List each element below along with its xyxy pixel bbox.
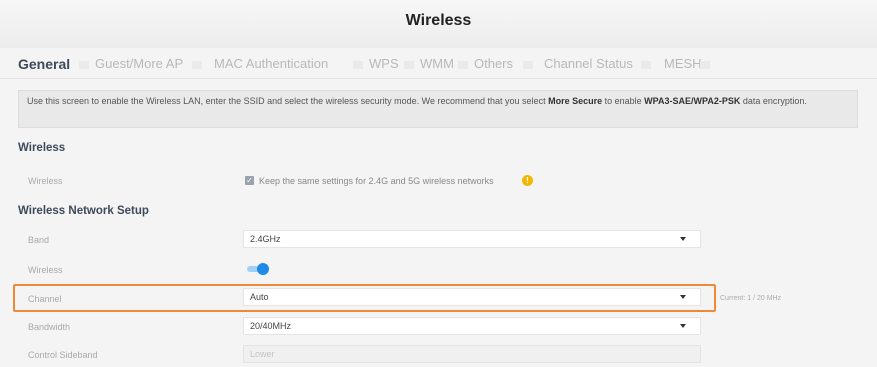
tab-channel-status[interactable]: Channel Status [544,56,633,71]
bandwidth-select[interactable]: 20/40MHz [243,317,701,335]
tab-general[interactable]: General [18,56,70,72]
tab-guest-more-ap[interactable]: Guest/More AP [95,56,183,71]
chevron-down-icon [680,324,686,328]
wireless-toggle-label: Wireless [28,265,63,275]
tab-wmm[interactable]: WMM [420,56,454,71]
tab-separator [353,61,363,69]
title-bar: Wireless [0,0,877,48]
control-sideband-select: Lower [243,345,701,363]
tab-separator [192,61,202,69]
channel-current: Current: 1 / 20 MHz [720,295,782,302]
info-text: to enable [602,96,645,106]
tab-wps[interactable]: WPS [369,56,399,71]
info-bold-more-secure: More Secure [548,96,603,106]
tab-mesh[interactable]: MESH [664,56,702,71]
wireless-label: Wireless [28,176,63,186]
toggle-knob [257,263,269,275]
info-box: Use this screen to enable the Wireless L… [18,90,858,128]
tab-separator [700,61,710,69]
info-bold-wpa: WPA3-SAE/WPA2-PSK [644,96,741,106]
bandwidth-label: Bandwidth [28,322,71,332]
channel-label: Channel [28,294,62,304]
section-heading-wireless: Wireless [18,142,66,154]
info-text: Use this screen to enable the Wireless L… [27,96,549,106]
tab-separator [79,61,89,69]
tab-separator [458,61,468,69]
band-label: Band [28,235,50,245]
tab-separator [404,61,414,69]
tab-separator [523,61,533,69]
band-select[interactable]: 2.4GHz [243,230,701,248]
chevron-down-icon [680,237,686,241]
same-settings-label: Keep the same settings for 2.4G and 5G w… [259,176,494,186]
tab-separator [641,61,651,69]
band-value: 2.4GHz [250,234,281,244]
wireless-toggle[interactable] [247,263,269,275]
channel-value: Auto [250,292,269,302]
control-sideband-value: Lower [250,349,275,359]
tab-bar: General Guest/More AP MAC Authentication… [0,56,877,78]
channel-select[interactable]: Auto [243,288,701,306]
tab-others[interactable]: Others [474,56,513,71]
info-text: data encryption. [740,96,807,106]
control-sideband-label: Control Sideband [28,350,98,360]
tab-divider [0,78,877,79]
chevron-down-icon [680,295,686,299]
info-icon[interactable]: ! [522,175,533,186]
bandwidth-value: 20/40MHz [250,321,292,331]
section-heading-wireless-network-setup: Wireless Network Setup [18,205,149,217]
same-settings-checkbox[interactable]: ✓ [245,176,254,185]
page-title: Wireless [405,12,472,29]
tab-mac-authentication[interactable]: MAC Authentication [214,56,328,71]
